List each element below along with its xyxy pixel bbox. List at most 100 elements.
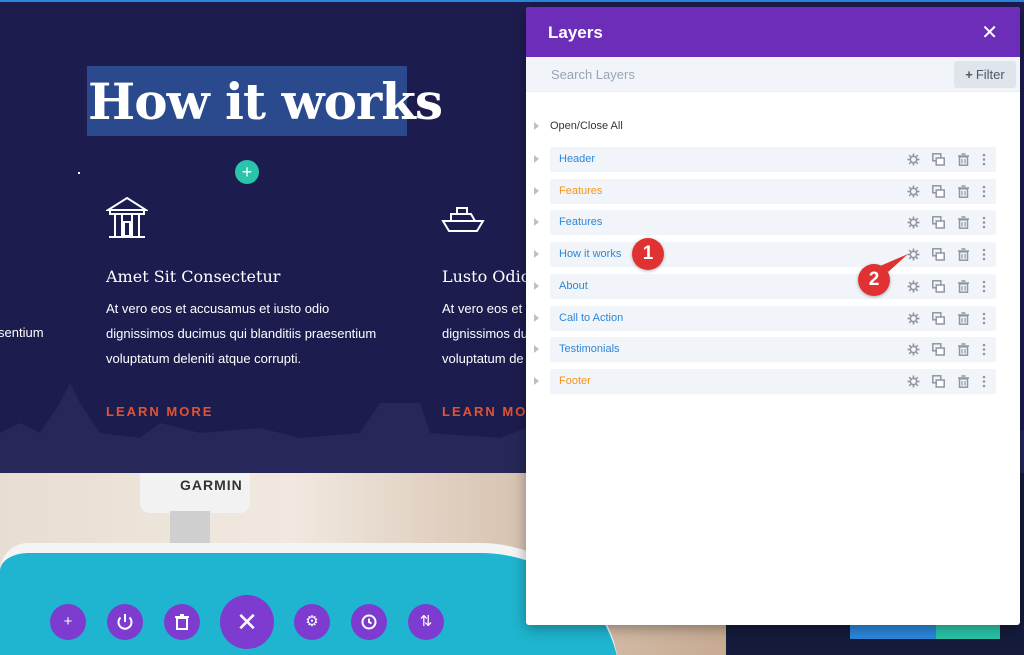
- filter-label: Filter: [975, 67, 1005, 82]
- layer-row[interactable]: Testimonials: [534, 337, 996, 363]
- layer-label[interactable]: Call to Action: [559, 312, 623, 324]
- button-fragment-blue[interactable]: [850, 623, 936, 639]
- caret-right-icon[interactable]: [534, 345, 539, 354]
- layer-label[interactable]: Features: [559, 216, 602, 228]
- layer-item[interactable]: About: [550, 273, 996, 299]
- search-layers-input[interactable]: [526, 57, 946, 92]
- trash-icon[interactable]: [957, 278, 971, 295]
- close-icon[interactable]: ✕: [981, 20, 998, 45]
- layer-row[interactable]: Features: [534, 210, 996, 236]
- caret-right-icon[interactable]: [534, 155, 539, 163]
- more-options-icon[interactable]: [982, 310, 988, 327]
- duplicate-icon[interactable]: [932, 278, 946, 295]
- garmin-logo-text: GARMIN: [180, 477, 243, 493]
- layer-item[interactable]: Features: [550, 210, 996, 236]
- button-fragment-green[interactable]: [936, 623, 1000, 639]
- duplicate-icon[interactable]: [932, 373, 946, 390]
- gear-icon[interactable]: [907, 214, 921, 231]
- close-icon[interactable]: ✕: [220, 595, 274, 649]
- open-close-label: Open/Close All: [550, 120, 623, 132]
- trash-icon[interactable]: [957, 183, 971, 200]
- duplicate-icon[interactable]: [932, 183, 946, 200]
- duplicate-icon[interactable]: [932, 151, 946, 168]
- layer-tools: [907, 214, 988, 231]
- more-options-icon[interactable]: [982, 278, 988, 295]
- layer-tools: [907, 183, 988, 200]
- power-icon[interactable]: [107, 604, 143, 640]
- caret-right-icon[interactable]: [534, 376, 539, 385]
- filter-button[interactable]: + Filter: [954, 61, 1016, 88]
- caret-right-icon[interactable]: [534, 186, 539, 195]
- layer-row[interactable]: Footer: [534, 368, 996, 394]
- more-options-icon[interactable]: [982, 151, 988, 168]
- add-icon[interactable]: +: [50, 604, 86, 640]
- gear-icon[interactable]: [907, 341, 921, 358]
- duplicate-icon[interactable]: [932, 310, 946, 327]
- learn-more-link[interactable]: LEARN MORE: [106, 404, 213, 419]
- trash-icon[interactable]: [957, 214, 971, 231]
- open-close-all-toggle[interactable]: Open/Close All: [534, 120, 623, 132]
- column-title: Amet Sit Consectetur: [106, 267, 281, 286]
- layer-label[interactable]: How it works: [559, 248, 621, 260]
- column-0-clipped: sentium: [0, 320, 60, 350]
- layer-tools: [907, 341, 988, 358]
- duplicate-icon[interactable]: [932, 214, 946, 231]
- layers-search-row: +Filter: [526, 57, 1020, 92]
- history-icon[interactable]: [351, 604, 387, 640]
- plus-icon: +: [965, 67, 973, 82]
- trash-icon[interactable]: [164, 604, 200, 640]
- layer-label[interactable]: Header: [559, 153, 595, 165]
- section-heading[interactable]: How it works: [88, 72, 443, 131]
- layer-item[interactable]: Footer: [550, 368, 996, 394]
- add-row-button[interactable]: +: [235, 160, 259, 184]
- layer-item[interactable]: Testimonials: [550, 337, 996, 363]
- layer-item[interactable]: Features: [550, 178, 996, 204]
- layer-item[interactable]: Call to Action: [550, 305, 996, 331]
- layer-row[interactable]: Features: [534, 178, 996, 204]
- more-options-icon[interactable]: [982, 246, 988, 263]
- caret-right-icon[interactable]: [534, 313, 539, 322]
- trash-icon[interactable]: [957, 341, 971, 358]
- duplicate-icon[interactable]: [932, 246, 946, 263]
- layer-label[interactable]: Footer: [559, 375, 591, 387]
- gear-icon[interactable]: [907, 373, 921, 390]
- caret-right-icon: [534, 122, 539, 131]
- trash-icon[interactable]: [957, 246, 971, 263]
- layer-tools: [907, 278, 988, 295]
- layer-item[interactable]: How it works: [550, 242, 996, 268]
- layer-row[interactable]: How it works: [534, 242, 996, 268]
- layer-row[interactable]: Header: [534, 147, 996, 172]
- column-text-line: At vero eos et accusamus et iusto odio: [106, 301, 330, 316]
- layer-label[interactable]: About: [559, 280, 588, 292]
- trash-icon[interactable]: [957, 310, 971, 327]
- column-text-line: voluptatum de: [442, 351, 524, 366]
- gear-icon[interactable]: [907, 183, 921, 200]
- trash-icon[interactable]: [957, 373, 971, 390]
- column-text-line: At vero eos et a: [442, 301, 526, 316]
- duplicate-icon[interactable]: [932, 341, 946, 358]
- more-options-icon[interactable]: [982, 214, 988, 231]
- column-text-fragment: sentium: [0, 325, 44, 340]
- layer-row[interactable]: Call to Action: [534, 305, 996, 331]
- caret-right-icon[interactable]: [534, 281, 539, 290]
- annotation-badge-1: 1: [632, 238, 664, 270]
- more-options-icon[interactable]: [982, 183, 988, 200]
- gear-icon[interactable]: ⚙: [294, 604, 330, 640]
- sort-icon[interactable]: ⇅: [408, 604, 444, 640]
- more-options-icon[interactable]: [982, 373, 988, 390]
- layer-tools: [907, 373, 988, 390]
- more-options-icon[interactable]: [982, 341, 988, 358]
- gear-icon[interactable]: [907, 151, 921, 168]
- layer-item[interactable]: Header: [550, 147, 996, 172]
- gear-icon[interactable]: [907, 278, 921, 295]
- trash-icon[interactable]: [957, 151, 971, 168]
- layer-label[interactable]: Testimonials: [559, 343, 620, 355]
- column-text-line: voluptatum deleniti atque corrupti.: [106, 351, 302, 366]
- column-text-line: dignissimos du: [442, 326, 526, 341]
- gear-icon[interactable]: [907, 310, 921, 327]
- caret-right-icon[interactable]: [534, 250, 539, 259]
- layer-row[interactable]: About: [534, 273, 996, 299]
- caret-right-icon[interactable]: [534, 218, 539, 227]
- learn-more-link[interactable]: LEARN MO: [442, 404, 526, 419]
- layer-label[interactable]: Features: [559, 185, 602, 197]
